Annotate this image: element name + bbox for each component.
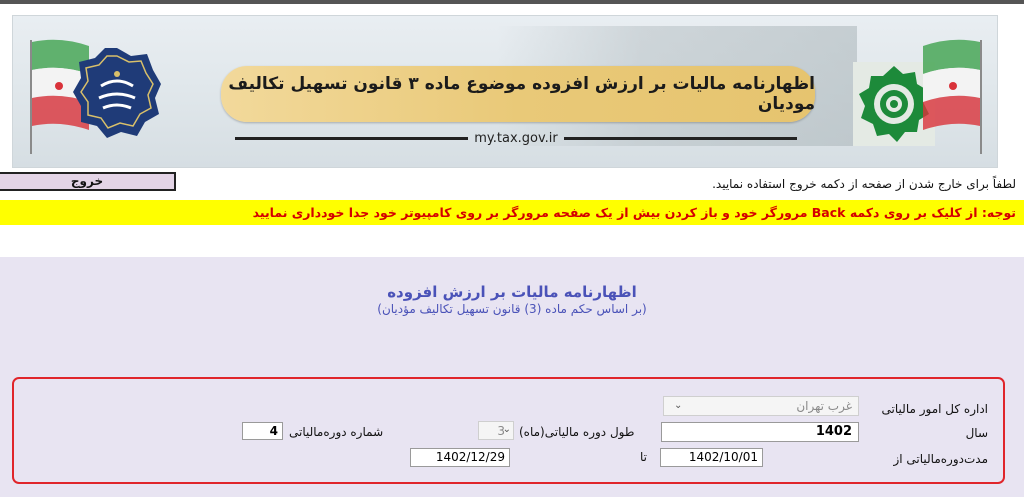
banner-url: my.tax.gov.ir	[474, 130, 558, 146]
period-length-select[interactable]: 3 ⌄	[478, 421, 514, 440]
form-title: اظهارنامه مالیات بر ارزش افزوده	[387, 283, 637, 301]
chevron-down-icon: ⌄	[502, 424, 511, 435]
iran-flag-right-icon	[923, 39, 982, 154]
form-subtitle: (بر اساس حکم ماده (3) قانون تسهیل تکالیف…	[377, 302, 647, 316]
period-number-input[interactable]: 4	[242, 422, 283, 440]
admin-select[interactable]: غرب تهران ⌄	[663, 396, 859, 416]
banner-title: اظهارنامه مالیات بر ارزش افزوده موضوع ما…	[228, 74, 815, 114]
warning-banner: توجه: از کلیک بر روی دکمه Back مرورگر خو…	[0, 200, 1024, 225]
production-year-emblem-icon	[73, 48, 161, 138]
period-to-input[interactable]: 1402/12/29	[410, 448, 510, 467]
period-from-input[interactable]: 1402/10/01	[660, 448, 763, 467]
period-length-label: طول دوره مالیاتی(ماه)	[519, 425, 635, 439]
admin-select-value: غرب تهران	[796, 399, 852, 413]
chevron-down-icon: ⌄	[674, 400, 683, 411]
top-border	[0, 0, 1024, 4]
exit-button[interactable]: خروج	[0, 172, 176, 191]
admin-label: اداره کل امور مالیاتی	[881, 402, 988, 416]
banner-url-row: my.tax.gov.ir	[235, 128, 798, 148]
banner-title-pill: اظهارنامه مالیات بر ارزش افزوده موضوع ما…	[221, 66, 815, 122]
exit-instruction: لطفاً برای خارج شدن از صفحه از دکمه خروج…	[712, 177, 1016, 191]
to-label: تا	[640, 450, 647, 464]
url-line-right	[563, 136, 798, 140]
header-banner: اظهارنامه مالیات بر ارزش افزوده موضوع ما…	[12, 15, 998, 168]
year-input[interactable]: 1402	[661, 422, 859, 442]
url-line-left	[235, 136, 469, 140]
period-number-label: شماره دوره‌مالیاتی	[289, 425, 384, 439]
period-from-label: مدت‌دوره‌مالیاتی از	[893, 452, 988, 466]
year-label: سال	[965, 426, 988, 440]
